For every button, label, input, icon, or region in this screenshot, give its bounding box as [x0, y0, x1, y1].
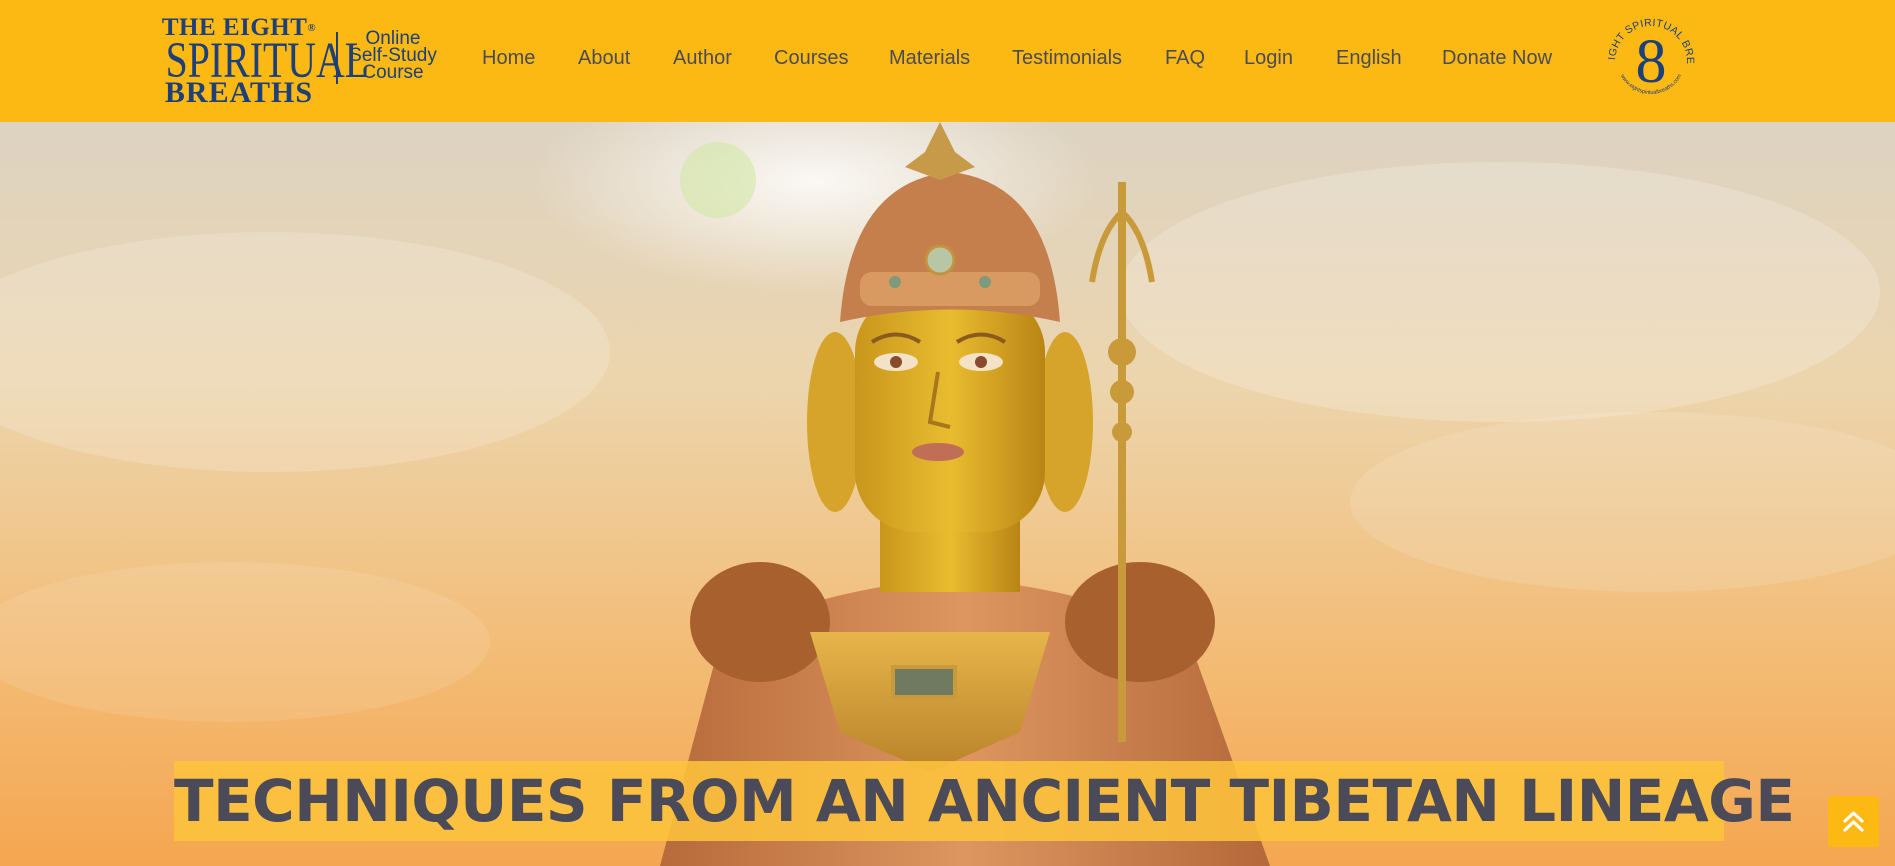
lens-flare [680, 142, 756, 218]
hat-jewel [889, 276, 901, 288]
chest-jewel [891, 665, 957, 699]
trident-staff [1118, 182, 1126, 742]
double-chevron-up-icon [1843, 811, 1864, 832]
staff-ornament [1108, 338, 1136, 366]
nav-language-english[interactable]: English [1336, 44, 1402, 72]
site-header: THE EIGHT® SPIRITUAL BREATHS Online Self… [0, 0, 1895, 122]
hero-headline: TECHNIQUES FROM AN ANCIENT TIBETAN LINEA… [174, 767, 1795, 835]
nav-courses[interactable]: Courses [774, 44, 848, 72]
nav-home[interactable]: Home [482, 44, 535, 72]
back-to-top-button[interactable] [1828, 796, 1879, 847]
statue-ear-left [807, 332, 863, 512]
hat-jewel [979, 276, 991, 288]
eight-breaths-badge-logo[interactable]: THE EIGHT SPIRITUAL BREATHS www.eightspi… [1601, 10, 1701, 110]
statue-hero-image [0, 122, 1895, 866]
nav-author[interactable]: Author [673, 44, 732, 72]
nav-about[interactable]: About [578, 44, 630, 72]
statue-shoulder-left [690, 562, 830, 682]
nav-materials[interactable]: Materials [889, 44, 970, 72]
statue-hat-band [860, 272, 1040, 306]
staff-ornament [1110, 380, 1134, 404]
statue-face [855, 292, 1045, 532]
statue-shoulder-right [1065, 562, 1215, 682]
nav-donate-now[interactable]: Donate Now [1442, 44, 1552, 72]
page: THE EIGHT® SPIRITUAL BREATHS Online Self… [0, 0, 1895, 866]
nav-login[interactable]: Login [1244, 44, 1293, 72]
nav-testimonials[interactable]: Testimonials [1012, 44, 1122, 72]
statue-pupil [975, 356, 987, 368]
statue-lips [912, 443, 964, 461]
statue-pupil [890, 356, 902, 368]
badge-numeral: 8 [1636, 28, 1667, 96]
statue-ear-right [1037, 332, 1093, 512]
hat-jewel [924, 244, 956, 276]
nav-faq[interactable]: FAQ [1165, 44, 1205, 72]
staff-ornament [1112, 422, 1132, 442]
hero-banner [0, 122, 1895, 866]
